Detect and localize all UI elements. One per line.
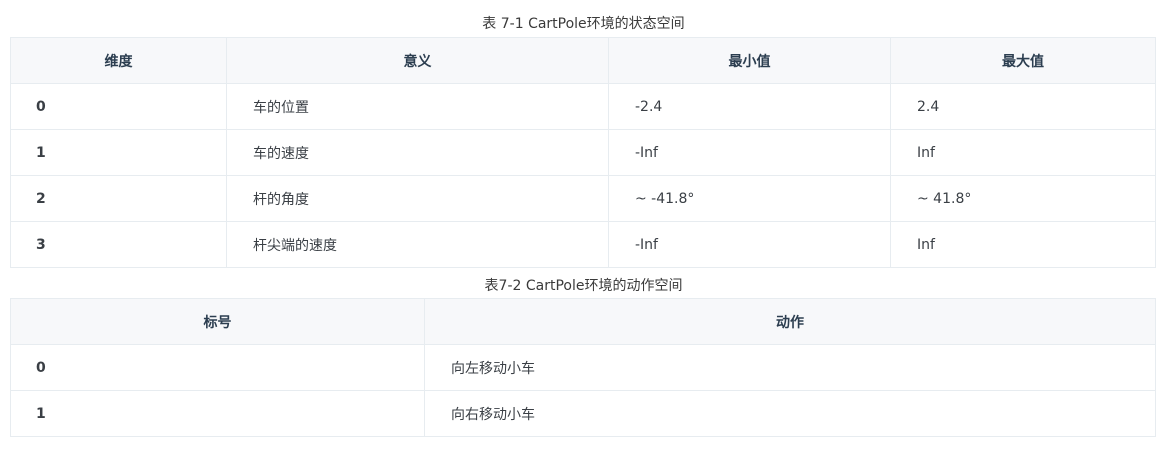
column-header-min: 最小值 xyxy=(608,37,891,84)
cell-min: ~ -41.8° xyxy=(608,175,891,222)
cell-max: ~ 41.8° xyxy=(890,175,1156,222)
cell-dimension: 0 xyxy=(10,83,227,130)
table-header-row: 维度 意义 最小值 最大值 xyxy=(10,37,1156,84)
action-space-table: 标号 动作 0 向左移动小车 1 向右移动小车 xyxy=(10,298,1156,437)
cell-action: 向右移动小车 xyxy=(424,390,1156,437)
cell-index: 0 xyxy=(10,344,425,391)
cell-min: -Inf xyxy=(608,221,891,268)
cell-max: Inf xyxy=(890,129,1156,176)
cell-min: -2.4 xyxy=(608,83,891,130)
cell-dimension: 3 xyxy=(10,221,227,268)
table2-caption: 表7-2 CartPole环境的动作空间 xyxy=(484,278,683,294)
cell-meaning: 车的速度 xyxy=(226,129,609,176)
cell-action: 向左移动小车 xyxy=(424,344,1156,391)
cell-meaning: 杆的角度 xyxy=(226,175,609,222)
table-header-row: 标号 动作 xyxy=(10,298,1156,345)
column-header-action: 动作 xyxy=(424,298,1156,345)
cell-dimension: 2 xyxy=(10,175,227,222)
column-header-index: 标号 xyxy=(10,298,425,345)
column-header-dimension: 维度 xyxy=(10,37,227,84)
cell-dimension: 1 xyxy=(10,129,227,176)
table-row: 3 杆尖端的速度 -Inf Inf xyxy=(10,221,1156,268)
column-header-meaning: 意义 xyxy=(226,37,609,84)
table-row: 0 车的位置 -2.4 2.4 xyxy=(10,83,1156,130)
cell-meaning: 车的位置 xyxy=(226,83,609,130)
cell-max: Inf xyxy=(890,221,1156,268)
column-header-max: 最大值 xyxy=(890,37,1156,84)
cell-meaning: 杆尖端的速度 xyxy=(226,221,609,268)
table-row: 2 杆的角度 ~ -41.8° ~ 41.8° xyxy=(10,175,1156,222)
cell-index: 1 xyxy=(10,390,425,437)
cell-min: -Inf xyxy=(608,129,891,176)
state-space-table: 维度 意义 最小值 最大值 0 车的位置 -2.4 2.4 1 车的速度 -In… xyxy=(10,37,1156,268)
table-row: 0 向左移动小车 xyxy=(10,344,1156,391)
cell-max: 2.4 xyxy=(890,83,1156,130)
table1-caption: 表 7-1 CartPole环境的状态空间 xyxy=(482,16,685,32)
table-row: 1 车的速度 -Inf Inf xyxy=(10,129,1156,176)
table-row: 1 向右移动小车 xyxy=(10,390,1156,437)
